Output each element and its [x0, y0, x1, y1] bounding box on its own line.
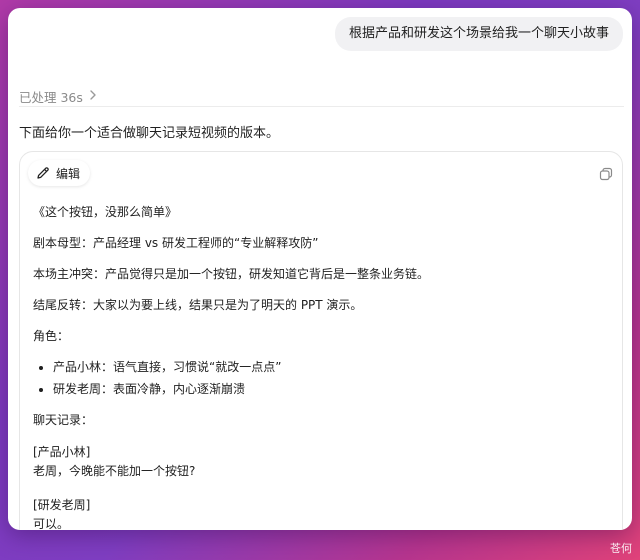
dialogue-entry: [研发老周] 可以。 [33, 496, 608, 530]
dialogue-text: 老周，今晚能不能加一个按钮? [33, 464, 196, 478]
chat-log-heading: 聊天记录： [33, 413, 94, 427]
watermark: 苍何 [610, 542, 632, 555]
dialogue-speaker: [研发老周] [33, 498, 91, 512]
divider [19, 106, 624, 107]
user-message-text: 根据产品和研发这个场景给我一个聊天小故事 [348, 26, 609, 41]
roles-list: 产品小林：语气直接，习惯说“就改一点点” 研发老周：表面冷静，内心逐渐崩溃 [33, 359, 608, 397]
processing-status-label: 已处理 36s [19, 90, 83, 105]
story-content: 《这个按钮，没那么简单》 剧本母型：产品经理 vs 研发工程师的“专业解释攻防”… [33, 204, 608, 530]
user-message-bubble: 根据产品和研发这个场景给我一个聊天小故事 [334, 17, 623, 51]
chevron-right-icon [89, 89, 97, 104]
list-item: 研发老周：表面冷静，内心逐渐崩溃 [53, 381, 608, 397]
dialogue-entry: [产品小林] 老周，今晚能不能加一个按钮? [33, 443, 608, 481]
chat-window: 根据产品和研发这个场景给我一个聊天小故事 已处理 36s 下面给你一个适合做聊天… [8, 8, 632, 530]
story-conflict-line: 本场主冲突：产品觉得只是加一个按钮，研发知道它背后是一整条业务链。 [33, 267, 430, 281]
list-item: 产品小林：语气直接，习惯说“就改一点点” [53, 359, 608, 375]
pencil-icon [36, 166, 50, 180]
edit-button-label: 编辑 [56, 166, 81, 181]
story-card: 编辑 《这个按钮，没那么简单》 剧本母型：产品经理 vs 研发工程师的“专业解释… [19, 151, 623, 530]
story-template-line: 剧本母型：产品经理 vs 研发工程师的“专业解释攻防” [33, 236, 319, 250]
copy-icon[interactable] [598, 166, 614, 182]
assistant-intro-text: 下面给你一个适合做聊天记录短视频的版本。 [19, 126, 280, 141]
processing-status-toggle[interactable]: 已处理 36s [19, 87, 97, 106]
story-title: 《这个按钮，没那么简单》 [33, 205, 178, 219]
roles-heading: 角色： [33, 329, 70, 343]
edit-button[interactable]: 编辑 [28, 160, 91, 186]
story-twist-line: 结尾反转：大家以为要上线，结果只是为了明天的 PPT 演示。 [33, 298, 363, 312]
dialogue-text: 可以。 [33, 517, 70, 530]
dialogue-speaker: [产品小林] [33, 445, 91, 459]
